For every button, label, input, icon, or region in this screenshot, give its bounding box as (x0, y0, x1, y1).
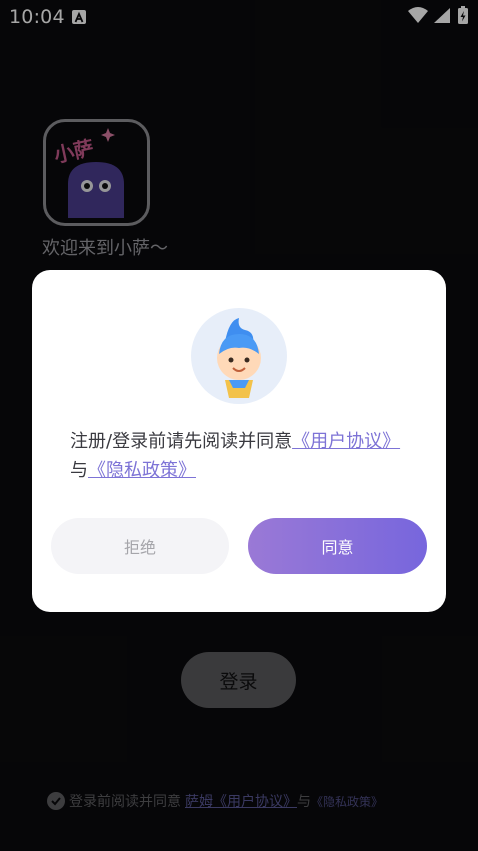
reject-button[interactable]: 拒绝 (51, 518, 229, 574)
dialog-user-agreement-link[interactable]: 《用户协议》 (292, 431, 400, 452)
dialog-privacy-policy-link[interactable]: 《隐私政策》 (88, 460, 196, 481)
privacy-dialog: 注册/登录前请先阅读并同意《用户协议》与《隐私政策》 拒绝 同意 (32, 270, 446, 612)
dialog-message: 注册/登录前请先阅读并同意《用户协议》与《隐私政策》 (70, 427, 410, 485)
dialog-conjunction: 与 (70, 460, 88, 481)
dialog-message-prefix: 注册/登录前请先阅读并同意 (70, 431, 293, 452)
agree-button[interactable]: 同意 (248, 518, 427, 574)
mascot-avatar (191, 308, 287, 404)
